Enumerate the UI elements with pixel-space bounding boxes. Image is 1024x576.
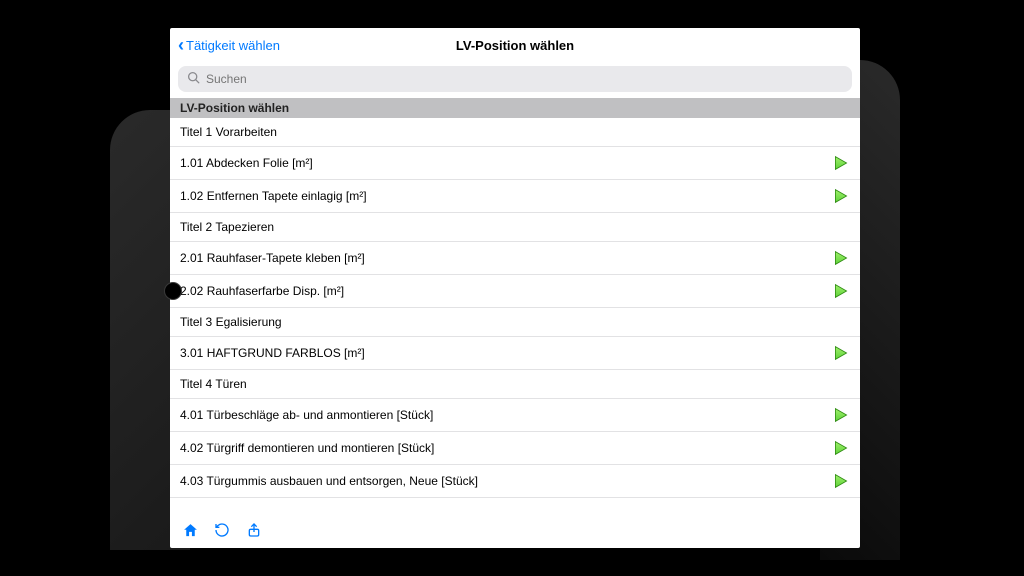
nav-bar: ‹ Tätigkeit wählen LV-Position wählen [170,28,860,62]
play-icon[interactable] [832,282,850,300]
home-button[interactable] [180,520,200,540]
search-input[interactable] [178,66,852,92]
share-button[interactable] [244,520,264,540]
list-item-label: 1.01 Abdecken Folie [m²] [180,156,832,170]
play-icon[interactable] [832,154,850,172]
list-item[interactable]: 2.02 Rauhfaserfarbe Disp. [m²] [170,275,860,308]
list-item[interactable]: 4.02 Türgriff demontieren und montieren … [170,432,860,465]
list-item: Titel 4 Türen [170,370,860,399]
app-window: ‹ Tätigkeit wählen LV-Position wählen LV… [170,28,860,548]
list-item-label: 4.02 Türgriff demontieren und montieren … [180,441,832,455]
list-item[interactable]: 3.01 HAFTGRUND FARBLOS [m²] [170,337,860,370]
list-item-label: 2.01 Rauhfaser-Tapete kleben [m²] [180,251,832,265]
list-item-label: 3.01 HAFTGRUND FARBLOS [m²] [180,346,832,360]
list-item[interactable]: 4.01 Türbeschläge ab- und anmontieren [S… [170,399,860,432]
bottom-toolbar [170,516,860,548]
list-item-label: 4.01 Türbeschläge ab- und anmontieren [S… [180,408,832,422]
list-item: Titel 2 Tapezieren [170,213,860,242]
tablet-home-button [164,282,182,300]
list-item[interactable]: 1.02 Entfernen Tapete einlagig [m²] [170,180,860,213]
list-item[interactable]: 4.03 Türgummis ausbauen und entsorgen, N… [170,465,860,498]
list-item[interactable]: 1.01 Abdecken Folie [m²] [170,147,860,180]
page-title: LV-Position wählen [456,38,574,53]
list-item: Titel 1 Vorarbeiten [170,118,860,147]
list-item-label: 4.03 Türgummis ausbauen und entsorgen, N… [180,474,832,488]
reload-button[interactable] [212,520,232,540]
list-item-label: Titel 4 Türen [180,377,850,391]
play-icon[interactable] [832,344,850,362]
play-icon[interactable] [832,406,850,424]
list-item-label: 2.02 Rauhfaserfarbe Disp. [m²] [180,284,832,298]
list-item-label: Titel 1 Vorarbeiten [180,125,850,139]
play-icon[interactable] [832,472,850,490]
position-list[interactable]: Titel 1 Vorarbeiten 1.01 Abdecken Folie [… [170,118,860,516]
list-item: Titel 3 Egalisierung [170,308,860,337]
section-header: LV-Position wählen [170,98,860,118]
chevron-left-icon: ‹ [178,36,184,54]
play-icon[interactable] [832,439,850,457]
list-item-label: Titel 3 Egalisierung [180,315,850,329]
play-icon[interactable] [832,187,850,205]
list-item-label: 1.02 Entfernen Tapete einlagig [m²] [180,189,832,203]
back-button[interactable]: ‹ Tätigkeit wählen [178,28,280,62]
list-item[interactable]: 2.01 Rauhfaser-Tapete kleben [m²] [170,242,860,275]
list-item-label: Titel 2 Tapezieren [180,220,850,234]
search-wrap [170,62,860,98]
back-label: Tätigkeit wählen [186,38,280,53]
play-icon[interactable] [832,249,850,267]
